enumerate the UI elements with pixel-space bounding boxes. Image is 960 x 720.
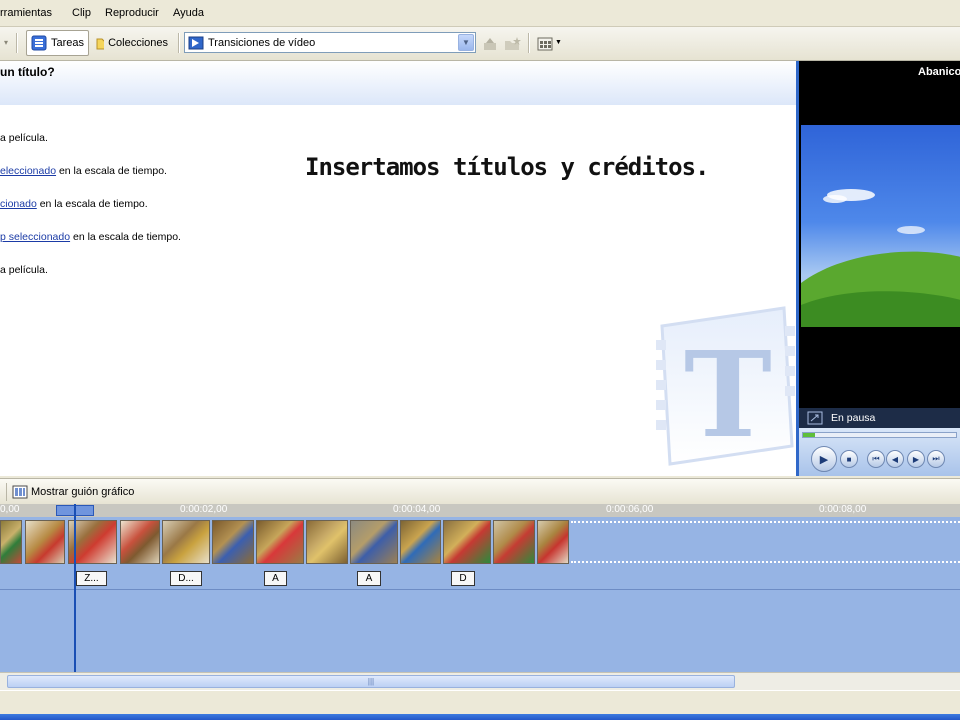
filmstrip-icon[interactable] [12, 485, 28, 499]
menu-reproducir[interactable]: Reproducir [105, 7, 159, 19]
collections-button[interactable]: Colecciones [92, 30, 172, 56]
svg-text:T: T [684, 325, 772, 464]
ruler-tick: 0:00:04,00 [393, 504, 441, 515]
status-bar [0, 690, 960, 715]
empty-drop-area[interactable] [571, 521, 960, 563]
preview-player: Abanico En pausa ▶ ■ ⏮ ◀ ▶ ⏭ [796, 61, 960, 476]
video-clip-thumbnail[interactable] [212, 520, 254, 564]
rewind-button[interactable]: ◀ [886, 450, 904, 468]
task-line-5-text: a película. [0, 264, 48, 276]
transition-label[interactable]: Z... [76, 571, 107, 586]
forward-button[interactable]: ▶ [907, 450, 925, 468]
task-panel: un título? a película. eleccionado en la… [0, 61, 796, 476]
menu-clip[interactable]: Clip [72, 7, 91, 19]
task-line-5[interactable]: a película. [0, 264, 48, 276]
player-title: Abanico [918, 66, 960, 78]
seek-bar[interactable] [802, 432, 957, 438]
storyboard-header: Mostrar guión gráfico [0, 478, 960, 505]
page-title: un título? [0, 65, 55, 79]
ruler-tick: 0:00:06,00 [606, 504, 654, 515]
video-clip-thumbnail[interactable] [537, 520, 569, 564]
preview-screen [801, 125, 960, 367]
task-link-2[interactable]: eleccionado [0, 165, 56, 177]
video-clip-thumbnail[interactable] [162, 520, 210, 564]
player-controls: ▶ ■ ⏮ ◀ ▶ ⏭ [799, 428, 960, 476]
video-clip-thumbnail[interactable] [443, 520, 491, 564]
ruler-tick: 0:00:02,00 [180, 504, 228, 515]
title-overlay-track[interactable] [0, 652, 960, 673]
show-storyboard-button[interactable]: Mostrar guión gráfico [31, 486, 134, 498]
task-line-1-text: a película. [0, 132, 48, 144]
taskbar [0, 714, 960, 720]
menu-ayuda[interactable]: Ayuda [173, 7, 204, 19]
playhead-line[interactable] [74, 504, 76, 672]
video-clip-thumbnail[interactable] [120, 520, 160, 564]
task-line-4-text: en la escala de tiempo. [70, 231, 181, 243]
new-folder-icon[interactable] [504, 36, 522, 52]
video-clip-thumbnail[interactable] [306, 520, 348, 564]
video-clip-thumbnail[interactable] [256, 520, 304, 564]
transition-label[interactable]: A [357, 571, 381, 586]
collections-label: Colecciones [108, 37, 168, 49]
tasks-label: Tareas [50, 37, 84, 49]
music-track[interactable] [0, 621, 960, 653]
toolbar: ▾ Tareas Colecciones Transiciones de víd… [0, 27, 960, 61]
timeline-ruler[interactable]: 0,00 0:00:02,00 0:00:04,00 0:00:06,00 0:… [0, 504, 960, 518]
task-line-2: eleccionado en la escala de tiempo. [0, 165, 167, 177]
folder-icon [96, 38, 105, 50]
task-line-1[interactable]: a película. [0, 132, 48, 144]
back-arrow-icon[interactable]: ▾ [4, 38, 8, 47]
task-line-2-text: en la escala de tiempo. [56, 165, 167, 177]
transition-label[interactable]: A [264, 571, 287, 586]
player-status-bar: En pausa [799, 408, 960, 428]
fullscreen-icon[interactable] [807, 411, 823, 425]
scrollbar-thumb[interactable]: ||| [7, 675, 735, 688]
video-clip-thumbnail[interactable] [400, 520, 441, 564]
transition-track: Z... D... A A D [0, 567, 960, 590]
tasks-button[interactable]: Tareas [26, 30, 89, 56]
transition-label[interactable]: D [451, 571, 475, 586]
video-track [0, 517, 960, 567]
transition-label[interactable]: D... [170, 571, 202, 586]
task-link-3[interactable]: cionado [0, 198, 37, 210]
bliss-landscape-image [801, 189, 960, 367]
task-line-3-text: en la escala de tiempo. [36, 198, 148, 210]
video-clip-thumbnail[interactable] [0, 520, 22, 564]
tasks-icon [31, 35, 47, 51]
player-title-bar: Abanico [799, 61, 960, 83]
task-link-4[interactable]: p seleccionado [0, 231, 70, 243]
task-line-3: cionado en la escala de tiempo. [0, 198, 148, 210]
previous-button[interactable]: ⏮ [867, 450, 885, 468]
stop-button[interactable]: ■ [840, 450, 858, 468]
up-folder-icon[interactable] [482, 36, 498, 52]
caption-text: Insertamos títulos y créditos. [305, 153, 709, 181]
ruler-tick: 0,00 [0, 504, 20, 515]
title-watermark-icon: T [656, 306, 795, 466]
ruler-tick: 0:00:08,00 [819, 504, 867, 515]
seek-thumb[interactable] [803, 433, 815, 437]
view-menu-chevron-icon[interactable]: ▼ [555, 39, 562, 46]
timeline-scrollbar[interactable]: ||| [0, 672, 960, 691]
view-grid-icon[interactable] [537, 36, 553, 52]
play-button[interactable]: ▶ [811, 446, 837, 472]
collection-dropdown[interactable]: Transiciones de vídeo ▼ [184, 32, 476, 53]
task-panel-header [0, 61, 796, 105]
video-clip-thumbnail[interactable] [25, 520, 65, 564]
player-status: En pausa [831, 412, 876, 424]
video-clip-thumbnail[interactable] [493, 520, 535, 564]
transitions-icon [188, 36, 204, 49]
dropdown-value: Transiciones de vídeo [208, 36, 316, 49]
next-button[interactable]: ⏭ [927, 450, 945, 468]
task-line-4: p seleccionado en la escala de tiempo. [0, 231, 181, 243]
audio-track[interactable] [0, 590, 960, 622]
menu-herramientas[interactable]: rramientas [0, 7, 52, 19]
video-clip-thumbnail[interactable] [350, 520, 398, 564]
chevron-down-icon[interactable]: ▼ [458, 34, 474, 51]
menu-bar: rramientas Clip Reproducir Ayuda [0, 0, 960, 27]
